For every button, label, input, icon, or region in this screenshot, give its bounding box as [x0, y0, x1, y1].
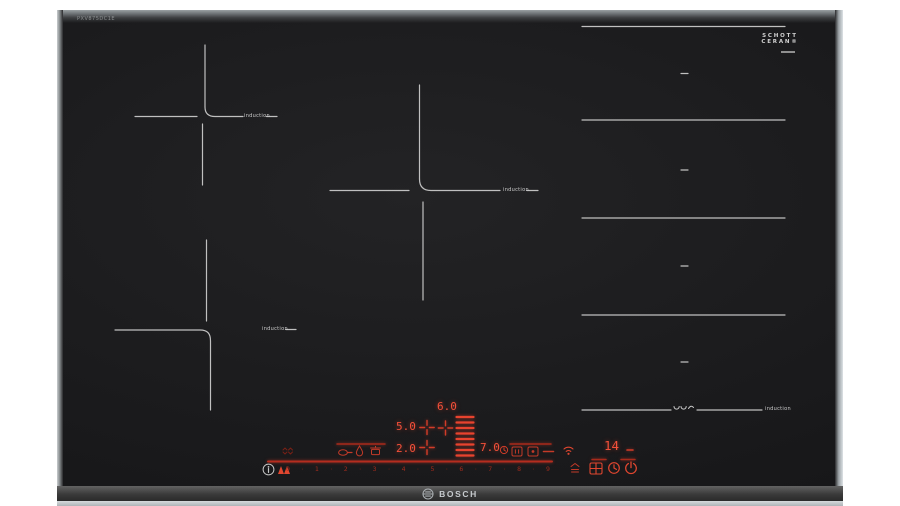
power-display-front-zone: 2.0: [396, 443, 416, 454]
induction-label-top-left: induction: [244, 113, 270, 119]
slider-digit[interactable]: 7: [488, 465, 492, 473]
red-panel-strokes: [268, 417, 635, 462]
slider-dot: ·: [532, 466, 536, 473]
slider-digit[interactable]: 8: [517, 465, 521, 473]
slider-dot: ·: [503, 466, 507, 473]
zone-marking-center: [330, 85, 538, 300]
slider-dot: ·: [358, 466, 362, 473]
induction-label-bottom-left: induction: [262, 326, 288, 332]
power-slider-scale[interactable]: 0 · 1 · 2 · 3 · 4 · 5 · 6 · 7 · 8 · 9: [286, 464, 550, 474]
slider-dot: ·: [329, 466, 333, 473]
slider-dot: ·: [301, 466, 305, 473]
power-display-rear-zone: 6.0: [437, 401, 457, 412]
flex-move-icon[interactable]: [569, 462, 581, 474]
slider-dot: ·: [416, 466, 420, 473]
front-facia: BOSCH: [57, 486, 843, 501]
flex-induction-icon: [674, 406, 694, 409]
pause-icon[interactable]: [511, 446, 523, 457]
clock-icon[interactable]: [607, 461, 621, 475]
droplet-icon[interactable]: [355, 445, 364, 457]
slider-digit[interactable]: 1: [315, 465, 319, 473]
power-display-right-zone: 7.0: [480, 442, 500, 453]
slider-digit[interactable]: 0: [286, 465, 290, 473]
bridge-icon[interactable]: [542, 449, 555, 454]
updown-arrows-icon[interactable]: [281, 447, 294, 455]
zone-markings-layer: [0, 0, 900, 506]
timer-clock-icon[interactable]: [499, 445, 509, 455]
power-level-bars: [457, 417, 474, 456]
pot-icon[interactable]: [369, 445, 382, 456]
slider-digit[interactable]: 2: [344, 465, 348, 473]
timer-display: 14: [604, 440, 619, 452]
induction-label-flex-right: induction: [765, 406, 791, 412]
slider-dot: ·: [387, 466, 391, 473]
induction-label-center: induction: [503, 187, 529, 193]
zone-marking-flex-right: [582, 27, 785, 411]
slider-digit[interactable]: 3: [373, 465, 377, 473]
product-photo-bosch-induction-hob: PXV875DC1E SCHOTT CERAN®: [0, 0, 900, 506]
plus-markers: [420, 421, 453, 455]
slider-digit[interactable]: 5: [430, 465, 434, 473]
front-edge-strip: [57, 501, 843, 506]
bosch-wordmark: BOSCH: [439, 489, 478, 499]
info-icon[interactable]: [262, 463, 275, 476]
grid-icon[interactable]: [589, 462, 603, 475]
power-icon[interactable]: [624, 461, 638, 475]
slider-digit[interactable]: 6: [459, 465, 463, 473]
slider-dot: ·: [445, 466, 449, 473]
wifi-icon[interactable]: [562, 444, 575, 456]
pan-icon[interactable]: [338, 448, 353, 457]
power-display-middle-zone: 5.0: [396, 421, 416, 432]
keep-warm-icon[interactable]: [527, 446, 539, 457]
slider-digit[interactable]: 4: [402, 465, 406, 473]
slider-dot: ·: [474, 466, 478, 473]
slider-digit[interactable]: 9: [546, 465, 550, 473]
bosch-logo-icon: [422, 488, 434, 500]
